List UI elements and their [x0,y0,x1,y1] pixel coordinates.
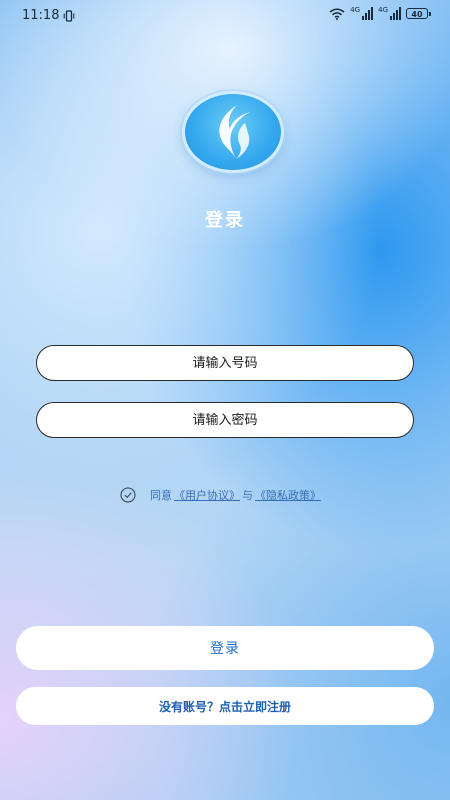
page-title: 登录 [205,210,245,231]
agree-prefix: 同意 [150,489,172,502]
signal-icon: 4G [378,7,401,20]
status-left: 11:18 [22,8,75,23]
battery-level: 40 [411,10,423,19]
app-logo [182,91,284,173]
network-label: 4G [350,6,361,14]
phone-input[interactable] [36,345,414,381]
agreement-row: 同意 《用户协议》 与 《隐私政策》 [120,487,321,503]
network-label: 4G [378,6,388,14]
vibrate-icon [64,9,75,22]
battery-icon: 40 [406,8,431,19]
agree-separator: 与 [242,489,253,502]
status-bar: 11:18 4G 4G 40 [0,0,450,32]
password-input[interactable] [36,402,414,438]
user-agreement-link[interactable]: 《用户协议》 [174,487,240,503]
privacy-policy-link[interactable]: 《隐私政策》 [255,487,321,503]
signal-icon: 4G [350,6,374,20]
flame-logo-icon [219,105,250,159]
register-button[interactable]: 没有账号？点击立即注册 [16,687,434,725]
status-time: 11:18 [22,8,60,23]
agree-checkbox[interactable] [120,487,136,503]
wifi-icon [329,8,345,20]
status-right: 4G 4G 40 [329,6,431,20]
login-button[interactable]: 登录 [16,626,434,670]
